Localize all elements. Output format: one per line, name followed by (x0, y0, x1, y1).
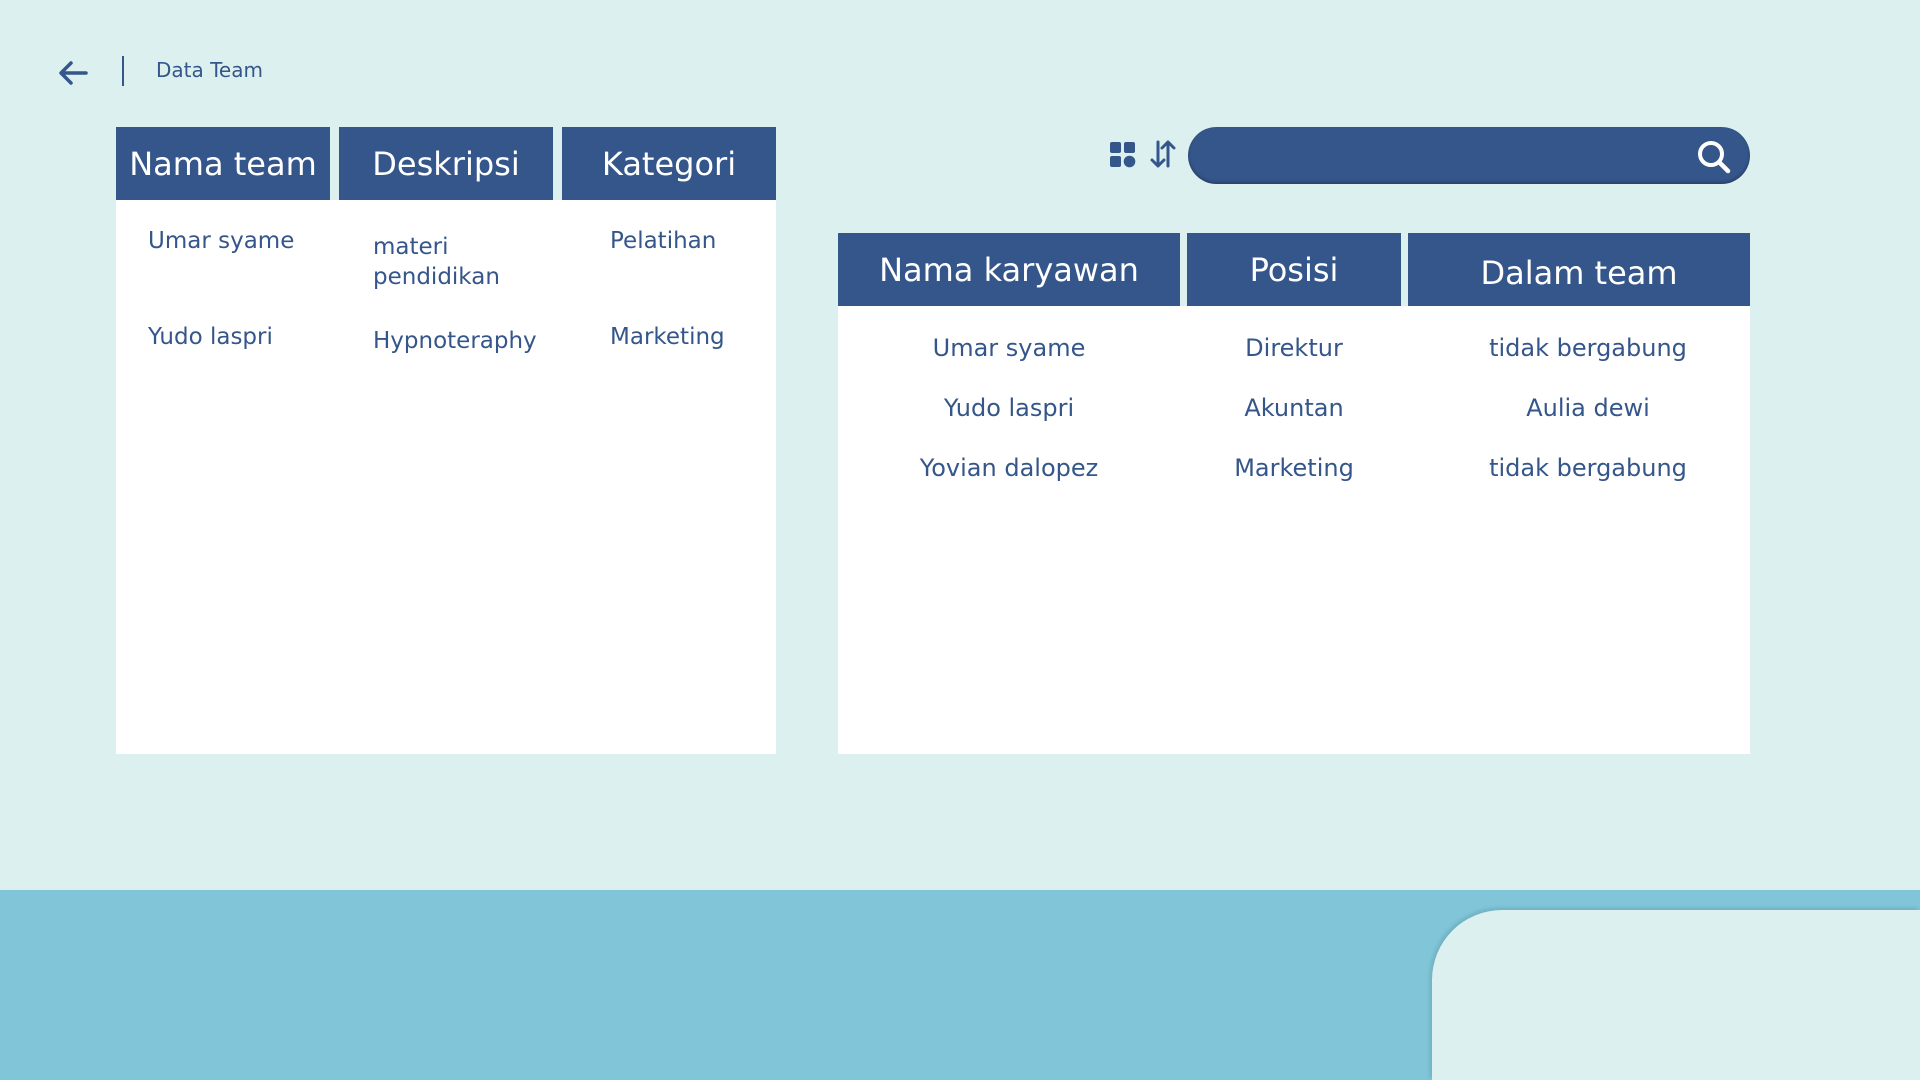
employee-col-nama-karyawan[interactable]: Nama karyawan (838, 233, 1180, 306)
employee-col-dalam-team[interactable]: Dalam team (1408, 233, 1750, 306)
search-input[interactable] (1212, 137, 1676, 175)
sort-icon[interactable] (1148, 138, 1178, 170)
team-col-deskripsi[interactable]: Deskripsi (339, 127, 553, 200)
team-cell-deskripsi: materi pendidikan (373, 234, 500, 290)
employee-col-posisi[interactable]: Posisi (1187, 233, 1401, 306)
footer-card (1432, 910, 1920, 1080)
grid-view-icon[interactable] (1108, 138, 1138, 170)
arrow-left-icon[interactable] (56, 56, 90, 90)
employee-cell-dalam-team: tidak bergabung (1489, 454, 1687, 482)
view-toolbar (1108, 138, 1178, 170)
team-cell-kategori: Marketing (610, 324, 725, 350)
team-col-nama-team[interactable]: Nama team (116, 127, 330, 200)
search-icon[interactable] (1696, 139, 1732, 175)
search-bar (1188, 127, 1750, 184)
employee-table-panel (838, 306, 1750, 754)
employee-cell-nama: Umar syame (932, 334, 1086, 362)
team-cell-nama: Umar syame (148, 228, 295, 254)
team-cell-deskripsi: Hypnoteraphy (373, 328, 537, 354)
employee-cell-nama: Yudo laspri (943, 394, 1075, 422)
employee-cell-posisi: Direktur (1245, 334, 1343, 362)
employee-table-row[interactable]: Yovian dalopez Marketing tidak bergabung (838, 454, 1750, 484)
team-cell-kategori: Pelatihan (610, 228, 717, 254)
header-divider (122, 56, 124, 86)
employee-cell-posisi: Akuntan (1244, 394, 1344, 422)
employee-cell-dalam-team: tidak bergabung (1489, 334, 1687, 362)
team-col-kategori[interactable]: Kategori (562, 127, 776, 200)
employee-table-row[interactable]: Umar syame Direktur tidak bergabung (838, 334, 1750, 364)
employee-table-row[interactable]: Yudo laspri Akuntan Aulia dewi (838, 394, 1750, 424)
data-team-page: Data Team Nama team Deskripsi Kategori U… (0, 0, 1920, 1080)
employee-cell-nama: Yovian dalopez (919, 454, 1099, 482)
employee-cell-posisi: Marketing (1234, 454, 1354, 482)
employee-cell-dalam-team: Aulia dewi (1526, 394, 1650, 422)
team-cell-nama: Yudo laspri (148, 324, 273, 350)
page-title: Data Team (156, 58, 263, 82)
